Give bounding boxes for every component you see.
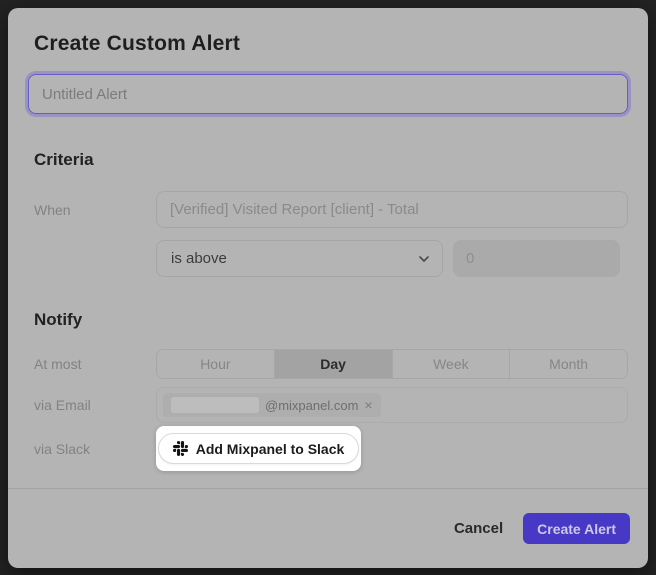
close-icon[interactable]: × bbox=[364, 398, 372, 412]
cancel-button[interactable]: Cancel bbox=[452, 514, 505, 543]
via-email-label: via Email bbox=[28, 397, 156, 413]
chevron-down-icon bbox=[418, 253, 430, 265]
comparator-dropdown[interactable]: is above bbox=[156, 240, 443, 277]
frequency-row: At most Hour Day Week Month bbox=[28, 349, 628, 379]
via-email-row: via Email @mixpanel.com × bbox=[28, 387, 628, 423]
frequency-option-month[interactable]: Month bbox=[510, 350, 627, 378]
email-recipients-input[interactable]: @mixpanel.com × bbox=[156, 387, 628, 423]
frequency-segmented-control: Hour Day Week Month bbox=[156, 349, 628, 379]
redacted-email-name bbox=[171, 397, 259, 413]
when-label: When bbox=[28, 202, 156, 218]
slack-button-spotlight: Add Mixpanel to Slack bbox=[156, 426, 361, 471]
email-chip-domain: @mixpanel.com bbox=[265, 398, 358, 413]
threshold-input[interactable] bbox=[453, 240, 620, 277]
slack-button-label: Add Mixpanel to Slack bbox=[196, 441, 345, 457]
frequency-option-hour[interactable]: Hour bbox=[157, 350, 275, 378]
create-alert-button[interactable]: Create Alert bbox=[523, 513, 630, 544]
via-slack-row: via Slack Add Mixpanel to Slack bbox=[28, 426, 628, 471]
notify-heading: Notify bbox=[34, 310, 628, 330]
comparator-row: is above bbox=[28, 240, 628, 277]
at-most-label: At most bbox=[28, 356, 156, 372]
add-mixpanel-to-slack-button[interactable]: Add Mixpanel to Slack bbox=[158, 433, 360, 464]
event-input[interactable] bbox=[156, 191, 628, 228]
alert-name-input[interactable] bbox=[28, 74, 628, 114]
frequency-option-day[interactable]: Day bbox=[275, 350, 393, 378]
comparator-value: is above bbox=[171, 250, 227, 267]
dialog-footer: Cancel Create Alert bbox=[8, 488, 648, 568]
via-slack-label: via Slack bbox=[28, 441, 156, 457]
create-custom-alert-dialog: Create Custom Alert Criteria When is abo… bbox=[8, 8, 648, 568]
criteria-heading: Criteria bbox=[34, 150, 628, 170]
when-row: When bbox=[28, 191, 628, 228]
email-chip: @mixpanel.com × bbox=[163, 393, 381, 417]
slack-icon bbox=[173, 441, 188, 456]
dialog-title: Create Custom Alert bbox=[34, 32, 628, 56]
frequency-option-week[interactable]: Week bbox=[393, 350, 511, 378]
